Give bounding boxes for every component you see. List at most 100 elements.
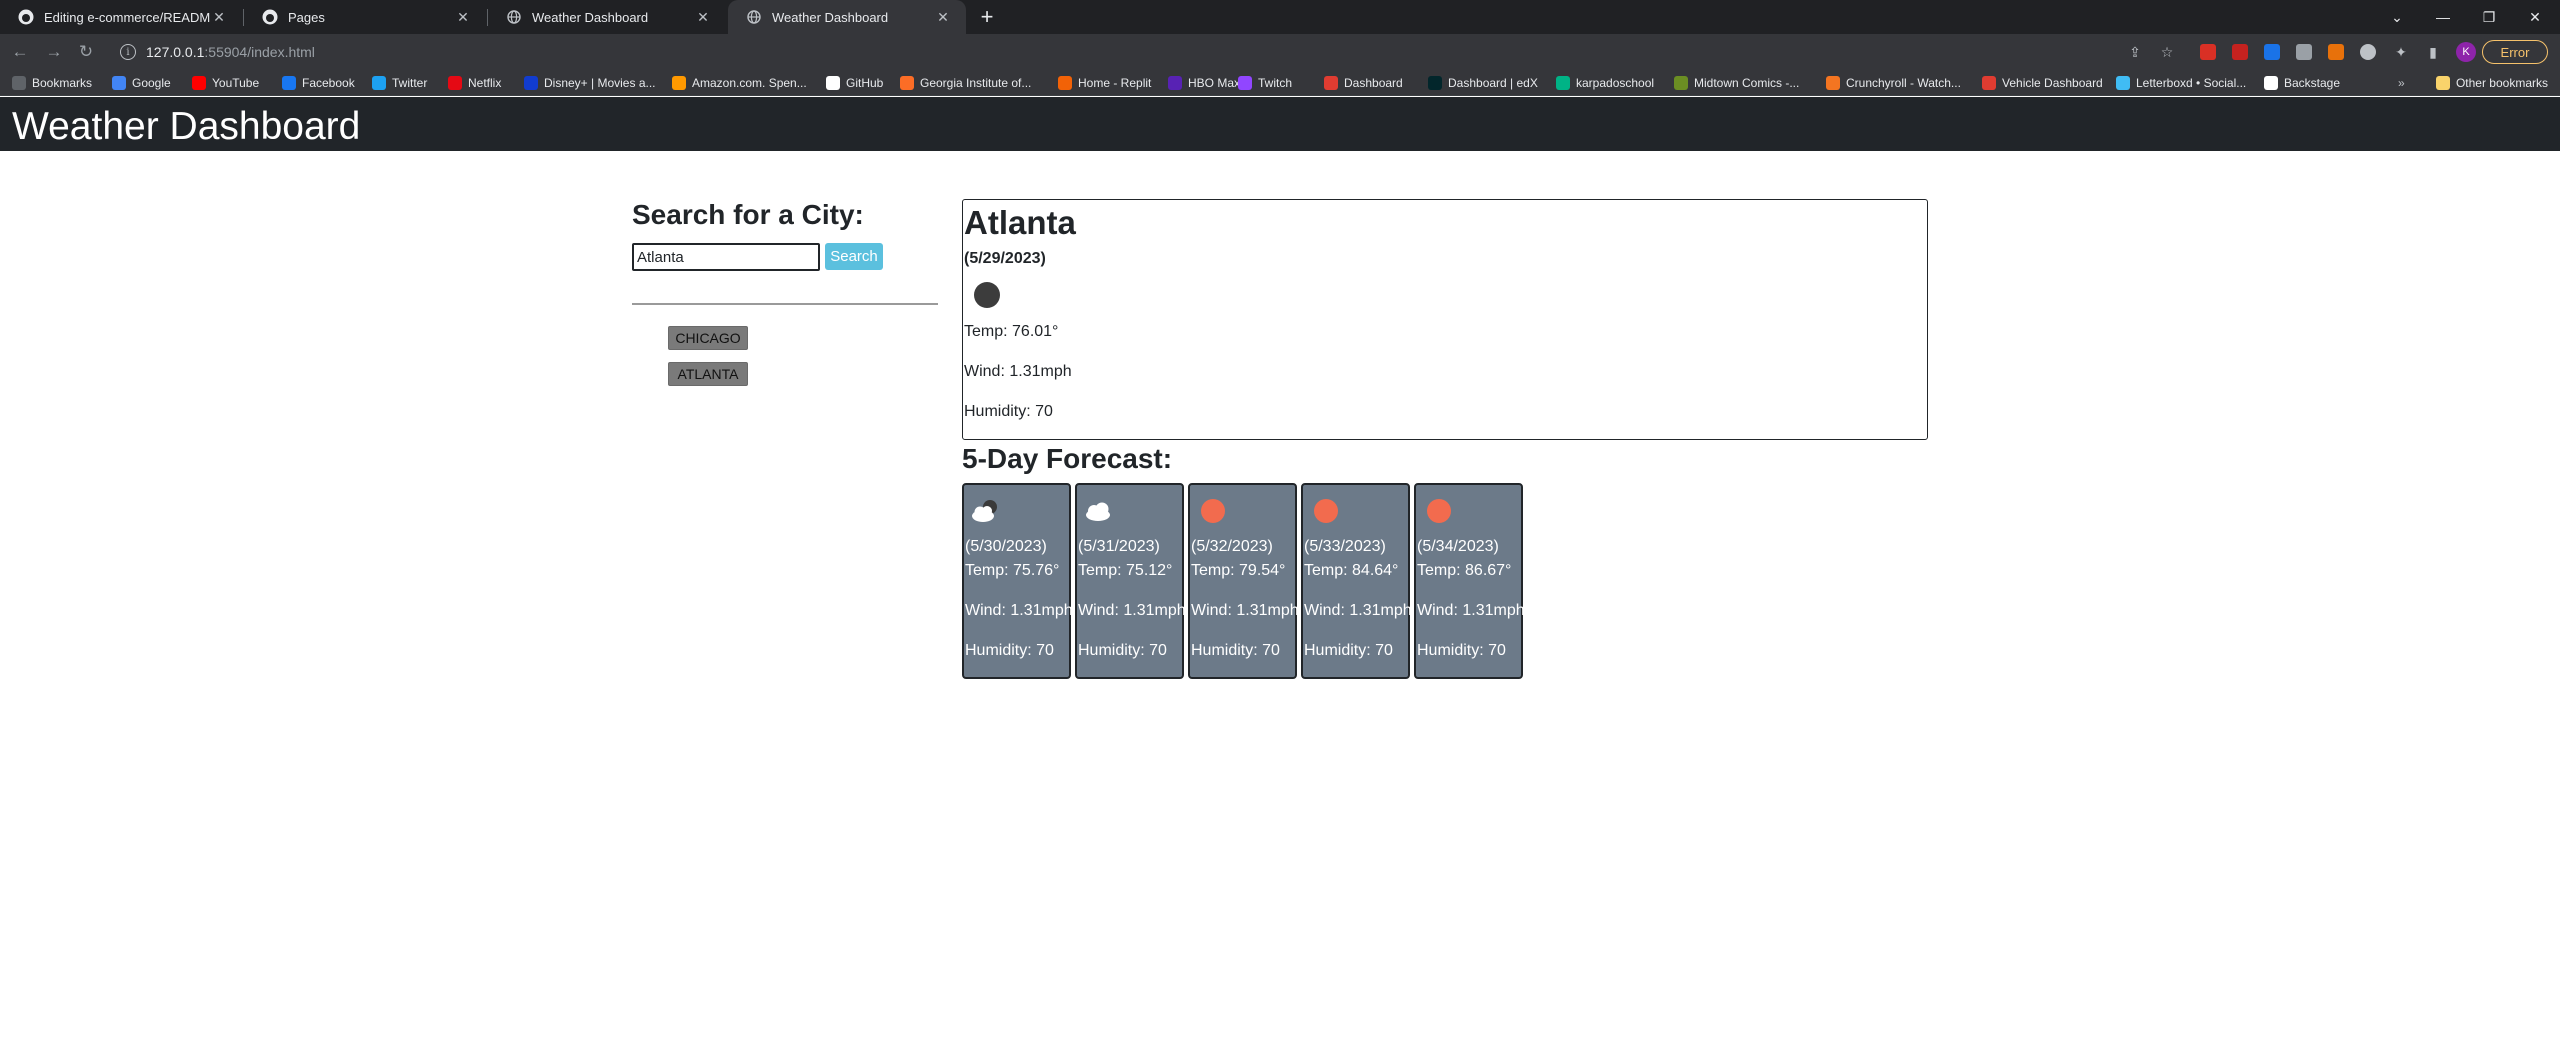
current-humidity: Humidity: 70 (964, 403, 1053, 420)
current-city: Atlanta (964, 204, 1076, 241)
side-panel-icon[interactable]: ▮ (2424, 43, 2442, 61)
bookmark-label: Dashboard (1344, 76, 1403, 90)
search-button[interactable]: Search (825, 243, 883, 270)
bookmark-favicon-icon (1556, 76, 1570, 90)
extension-icon[interactable] (2200, 44, 2216, 60)
forecast-wind: Wind: 1.31mph (965, 602, 1073, 619)
tab-title: Editing e-commerce/README.m (44, 9, 210, 25)
current-weather-card: Atlanta (5/29/2023) Temp: 76.01° Wind: 1… (962, 199, 1928, 440)
bookmark-favicon-icon (1058, 76, 1072, 90)
bookmark-favicon-icon (524, 76, 538, 90)
cloud-icon (1082, 497, 1112, 525)
extension-icon[interactable] (2264, 44, 2280, 60)
bookmark-item[interactable]: Backstage (2264, 74, 2340, 92)
bookmark-label: Facebook (302, 76, 355, 90)
extension-icon[interactable] (2296, 44, 2312, 60)
minimize-icon[interactable]: — (2420, 0, 2466, 34)
bookmark-label: GitHub (846, 76, 884, 90)
bookmark-favicon-icon (1982, 76, 1996, 90)
forecast-temp: Temp: 86.67° (1417, 562, 1512, 579)
bookmark-item[interactable]: Google (112, 74, 171, 92)
forecast-date: (5/34/2023) (1417, 538, 1499, 555)
bookmark-item[interactable]: Letterboxd • Social... (2116, 74, 2246, 92)
bookmark-favicon-icon (900, 76, 914, 90)
history-button-chicago[interactable]: CHICAGO (668, 326, 748, 350)
error-badge[interactable]: Error (2482, 40, 2548, 64)
bookmark-favicon-icon (372, 76, 386, 90)
bookmark-label: karpadoschool (1576, 76, 1655, 90)
bookmark-favicon-icon (1238, 76, 1252, 90)
forecast-wind: Wind: 1.31mph (1417, 602, 1525, 619)
bookmark-item[interactable]: Vehicle Dashboard (1982, 74, 2103, 92)
close-icon[interactable]: ✕ (694, 9, 712, 26)
avatar[interactable]: K (2456, 42, 2476, 62)
close-icon[interactable]: ✕ (934, 9, 952, 26)
bookmark-item[interactable]: Twitch (1238, 74, 1292, 92)
extension-icon[interactable] (2360, 44, 2376, 60)
share-icon[interactable]: ⇪ (2126, 43, 2144, 61)
close-icon[interactable]: ✕ (454, 9, 472, 26)
city-search-input[interactable] (632, 243, 820, 271)
github-icon (262, 9, 278, 25)
forecast-heading: 5-Day Forecast: (962, 443, 1173, 474)
bookmark-label: Netflix (468, 76, 502, 90)
forecast-date: (5/31/2023) (1078, 538, 1160, 555)
bookmark-item[interactable]: Home - Replit (1058, 74, 1151, 92)
restore-icon[interactable]: ❐ (2466, 0, 2512, 34)
sidebar-divider (632, 303, 938, 305)
forecast-card: (5/30/2023) Temp: 75.76° Wind: 1.31mph H… (962, 483, 1073, 679)
history-button-atlanta[interactable]: ATLANTA (668, 362, 748, 386)
forecast-temp: Temp: 75.12° (1078, 562, 1173, 579)
bookmark-star-icon[interactable]: ☆ (2158, 43, 2176, 61)
extension-icon[interactable] (2328, 44, 2344, 60)
bookmark-item[interactable]: Crunchyroll - Watch... (1826, 74, 1961, 92)
other-bookmarks[interactable]: Other bookmarks (2435, 74, 2548, 92)
bookmark-favicon-icon (2116, 76, 2130, 90)
forecast-date: (5/33/2023) (1304, 538, 1386, 555)
bookmark-item[interactable]: Midtown Comics -... (1674, 74, 1799, 92)
back-icon[interactable]: ← (8, 40, 32, 64)
browser-tab[interactable]: Editing e-commerce/README.m ✕ (0, 0, 242, 34)
bookmark-item[interactable]: Dashboard | edX (1428, 74, 1538, 92)
puzzle-icon[interactable]: ✦ (2392, 43, 2410, 61)
browser-tab-active[interactable]: Weather Dashboard ✕ (728, 0, 966, 34)
page-title: Weather Dashboard (12, 105, 361, 148)
bookmark-label: Bookmarks (32, 76, 93, 90)
browser-tab[interactable]: Pages ✕ (244, 0, 486, 34)
reload-icon[interactable]: ↻ (74, 40, 98, 64)
address-bar[interactable]: i 127.0.0.1:55904/index.html (106, 38, 2160, 66)
bookmark-item[interactable]: Disney+ | Movies a... (524, 74, 656, 92)
bookmark-item[interactable]: Bookmarks (12, 74, 92, 92)
bookmark-item[interactable]: YouTube (192, 74, 259, 92)
forecast-humidity: Humidity: 70 (1417, 642, 1506, 659)
bookmark-item[interactable]: HBO Max (1168, 74, 1240, 92)
forecast-humidity: Humidity: 70 (1191, 642, 1280, 659)
bookmark-item[interactable]: Facebook (282, 74, 355, 92)
forecast-date: (5/32/2023) (1191, 538, 1273, 555)
browser-tab[interactable]: Weather Dashboard ✕ (488, 0, 726, 34)
more-bookmarks-icon[interactable]: » (2398, 74, 2405, 92)
forward-icon[interactable]: → (42, 40, 66, 64)
bookmark-label: Home - Replit (1078, 76, 1152, 90)
site-info-icon[interactable]: i (120, 44, 136, 60)
bookmark-item[interactable]: karpadoschool (1556, 74, 1654, 92)
current-date: (5/29/2023) (964, 250, 1046, 267)
bookmark-favicon-icon (112, 76, 126, 90)
bookmark-item[interactable]: Georgia Institute of... (900, 74, 1031, 92)
tab-search-icon[interactable]: ⌄ (2374, 0, 2420, 34)
new-tab-icon[interactable]: + (974, 4, 1000, 30)
bookmark-item[interactable]: Amazon.com. Spen... (672, 74, 807, 92)
partly-cloudy-night-icon (969, 497, 999, 525)
search-heading: Search for a City: (632, 199, 864, 230)
url-path: :55904/index.html (204, 44, 315, 60)
bookmark-item[interactable]: GitHub (826, 74, 883, 92)
bookmark-item[interactable]: Netflix (448, 74, 501, 92)
extension-icon[interactable] (2232, 44, 2248, 60)
bookmark-label: Georgia Institute of... (920, 76, 1032, 90)
bookmark-item[interactable]: Twitter (372, 74, 427, 92)
close-icon[interactable]: ✕ (210, 9, 228, 26)
forecast-card: (5/33/2023) Temp: 84.64° Wind: 1.31mph H… (1301, 483, 1412, 679)
close-window-icon[interactable]: ✕ (2512, 0, 2558, 34)
forecast-humidity: Humidity: 70 (1078, 642, 1167, 659)
bookmark-item[interactable]: Dashboard (1324, 74, 1403, 92)
